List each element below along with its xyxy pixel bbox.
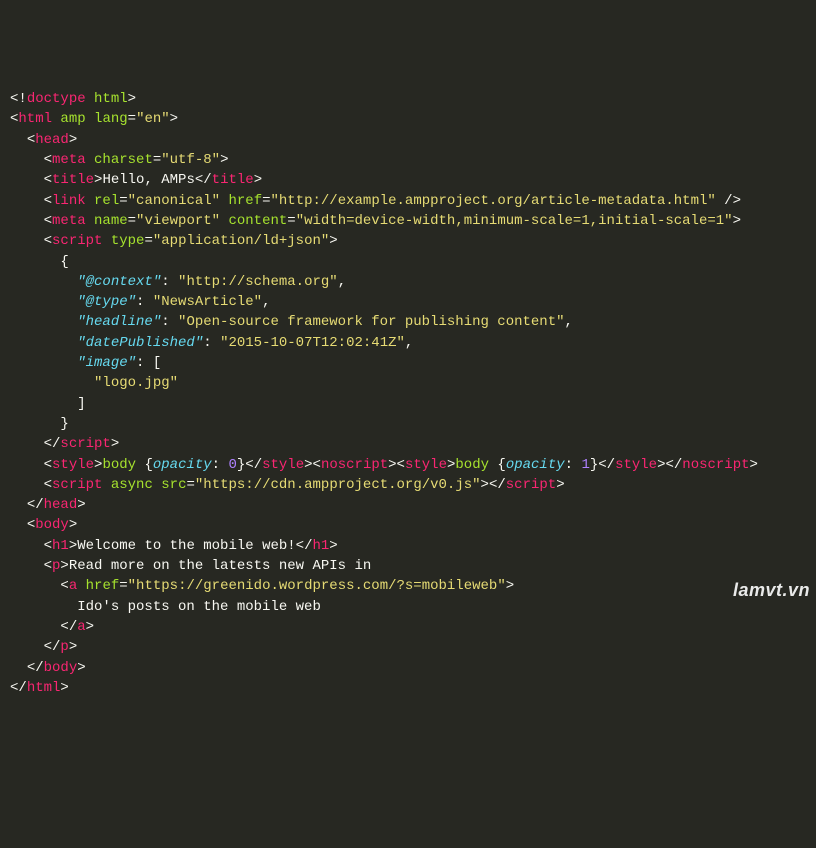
json-context-key: "@context" [77, 274, 161, 290]
json-image-key: "image" [77, 355, 136, 371]
script-tag-2: script [52, 477, 102, 493]
p-text: Read more on the latests new APIs in [69, 558, 371, 574]
meta-tag: meta [52, 152, 86, 168]
json-date-key: "datePublished" [77, 335, 203, 351]
charset-attr: charset [94, 152, 153, 168]
script-close-2: script [506, 477, 556, 493]
link-tag: link [52, 193, 86, 209]
opacity-prop-2: opacity [506, 457, 565, 473]
doctype-tag: doctype [27, 91, 86, 107]
zero: 0 [228, 457, 236, 473]
style-close: style [262, 457, 304, 473]
content-attr: content [228, 213, 287, 229]
script-close: script [60, 436, 110, 452]
async-attr: async [111, 477, 153, 493]
opacity-prop: opacity [153, 457, 212, 473]
p-close: p [60, 639, 68, 655]
body-close: body [44, 660, 78, 676]
json-context-val: "http://schema.org" [178, 274, 338, 290]
a-href: "https://greenido.wordpress.com/?s=mobil… [128, 578, 506, 594]
rel-val: "canonical" [128, 193, 220, 209]
a-tag: a [69, 578, 77, 594]
ldjson-type: "application/ld+json" [153, 233, 329, 249]
json-type-key: "@type" [77, 294, 136, 310]
watermark: lamvt.vn [733, 577, 810, 603]
json-headline-val: "Open-source framework for publishing co… [178, 314, 564, 330]
a-href-attr: href [86, 578, 120, 594]
head-close: head [44, 497, 78, 513]
href-attr: href [228, 193, 262, 209]
body-tag: body [35, 517, 69, 533]
title-close: title [212, 172, 254, 188]
lang-val: "en" [136, 111, 170, 127]
type-attr: type [111, 233, 145, 249]
json-headline-key: "headline" [77, 314, 161, 330]
title-open: title [52, 172, 94, 188]
html-tag: html [18, 111, 52, 127]
lang-attr: lang [94, 111, 128, 127]
amp-src: "https://cdn.ampproject.org/v0.js" [195, 477, 481, 493]
viewport-content: "width=device-width,minimum-scale=1,init… [296, 213, 733, 229]
noscript-tag: noscript [321, 457, 388, 473]
h1-tag: h1 [52, 538, 69, 554]
title-text: Hello, AMPs [102, 172, 194, 188]
h1-close: h1 [312, 538, 329, 554]
json-date-val: "2015-10-07T12:02:41Z" [220, 335, 405, 351]
meta-tag-2: meta [52, 213, 86, 229]
viewport-name: "viewport" [136, 213, 220, 229]
h1-text: Welcome to the mobile web! [77, 538, 295, 554]
style-tag: style [52, 457, 94, 473]
body-sel-2: body [455, 457, 489, 473]
one: 1 [581, 457, 589, 473]
head-tag: head [35, 132, 69, 148]
name-attr: name [94, 213, 128, 229]
json-type-val: "NewsArticle" [153, 294, 262, 310]
doctype-html: html [94, 91, 128, 107]
noscript-close: noscript [682, 457, 749, 473]
script-tag: script [52, 233, 102, 249]
style-tag-2: style [405, 457, 447, 473]
canonical-href: "http://example.ampproject.org/article-m… [271, 193, 716, 209]
rel-attr: rel [94, 193, 119, 209]
a-close: a [77, 619, 85, 635]
charset-val: "utf-8" [161, 152, 220, 168]
style-close-2: style [615, 457, 657, 473]
body-sel: body [102, 457, 136, 473]
src-attr: src [161, 477, 186, 493]
json-image-val: "logo.jpg" [94, 375, 178, 391]
html-close: html [27, 680, 61, 696]
amp-attr: amp [60, 111, 85, 127]
